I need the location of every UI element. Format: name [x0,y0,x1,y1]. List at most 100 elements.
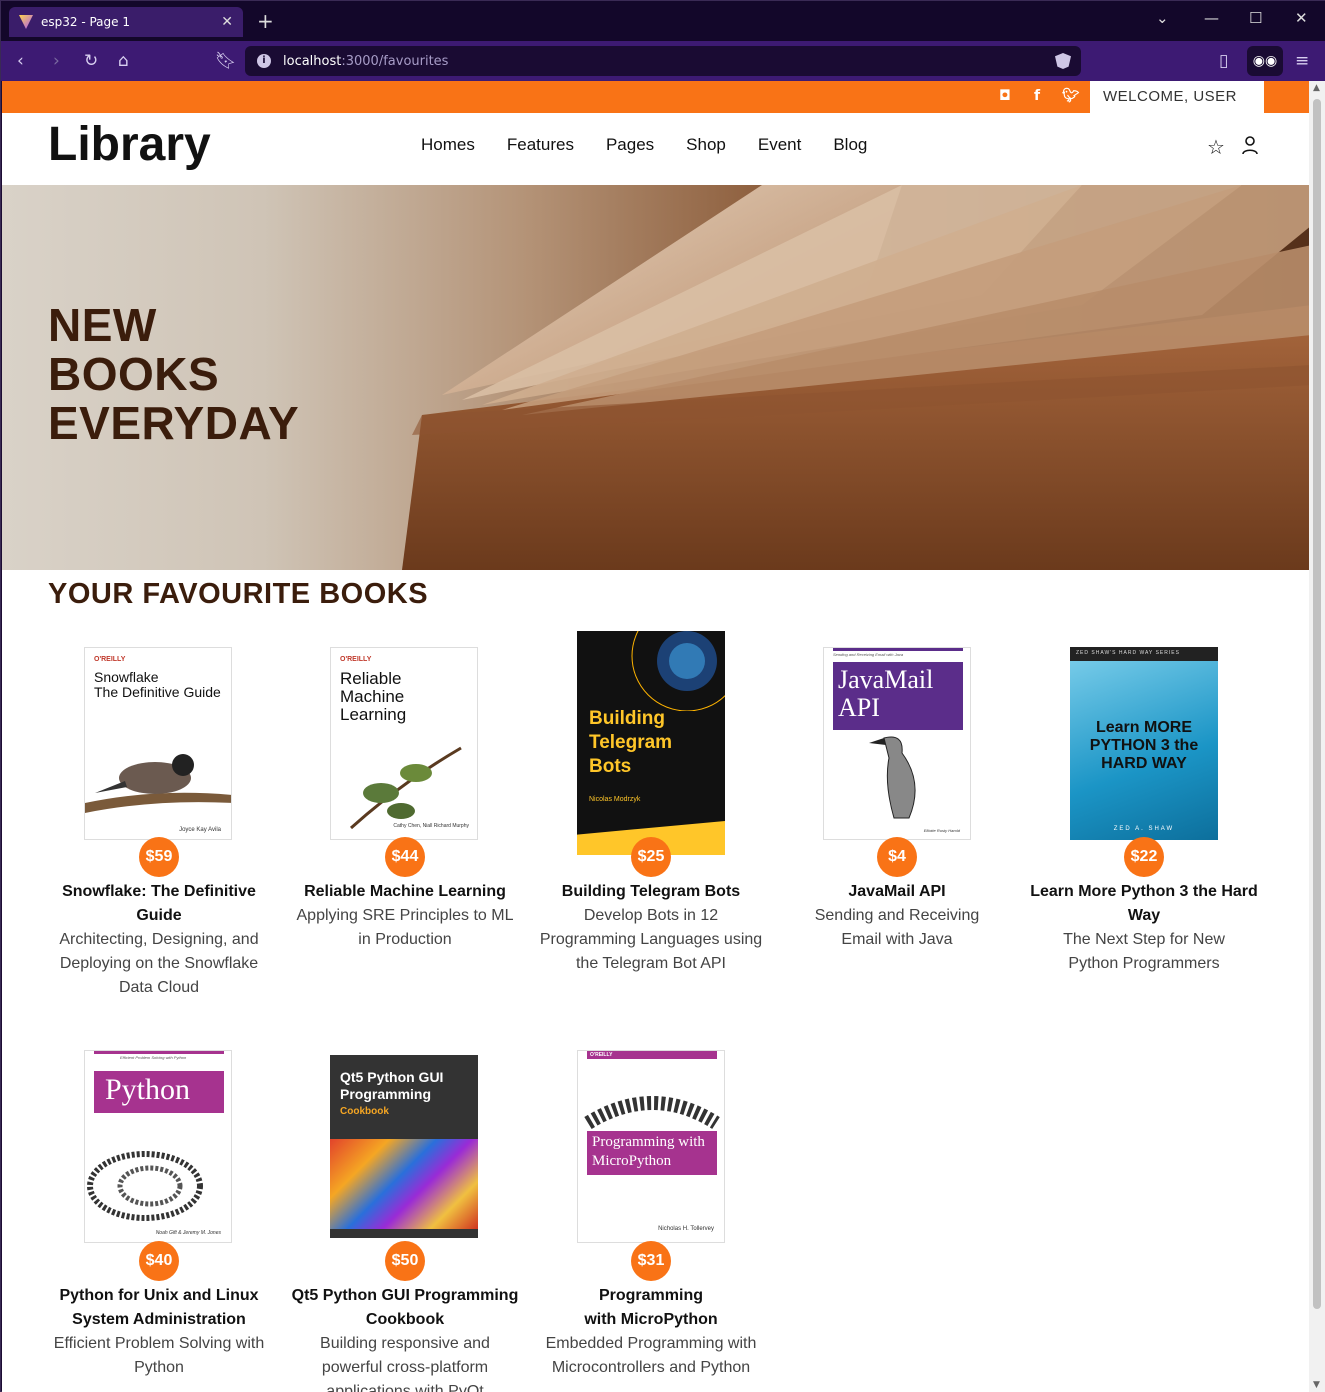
minimize-icon[interactable]: — [1204,9,1219,27]
new-tab-icon[interactable]: + [257,9,274,33]
price-badge: $4 [877,837,917,877]
cover-title: Qt5 Python GUI Programming [340,1069,444,1102]
address-bar[interactable]: i localhost :3000/favourites [245,46,1081,76]
scrollbar-thumb[interactable] [1313,99,1321,1309]
close-tab-icon[interactable]: ✕ [221,14,233,30]
book-title[interactable]: Snowflake: The Definitive Guide [39,880,279,928]
browser-window: esp32 - Page 1 ✕ + ⌄ — ☐ ✕ ‹ › ↻ ⌂ 🔖︎ i … [0,0,1325,1392]
book-subtitle: Sending and Receiving Email with Java [814,907,980,948]
price-badge: $40 [139,1241,179,1281]
bird-illustration-icon [85,754,231,813]
hero-line-1: NEW [48,299,157,351]
book-title[interactable]: Python for Unix and Linux System Adminis… [39,1284,279,1332]
cover-publisher: O'REILLY [590,1052,613,1058]
book-cover[interactable]: O'REILLY Snowflake The Definitive Guide … [84,647,232,840]
cover-title: Programming with MicroPython [592,1134,705,1169]
cover-author: Nicholas H. Tollervey [658,1226,714,1232]
page-scrollbar[interactable]: ▲ ▼ [1309,81,1325,1392]
browser-tab[interactable]: esp32 - Page 1 ✕ [9,7,243,37]
book-subtitle: Develop Bots in 12 Programming Languages… [539,907,763,972]
cover-author: Cathy Chen, Niall Richard Murphy [393,823,469,829]
cover-publisher: O'REILLY [340,656,372,663]
open-book-image [402,185,1309,570]
robot-face-illustration-icon [631,631,725,711]
price-badge: $22 [1124,837,1164,877]
menu-icon[interactable]: ≡ [1295,50,1309,72]
book-cover[interactable]: Building Telegram Bots Nicolas Modrzyk [577,631,725,855]
book-title[interactable]: Reliable Machine Learning [285,880,525,904]
back-icon[interactable]: ‹ [17,50,24,72]
section-title: YOUR FAVOURITE BOOKS [48,578,429,610]
abstract-art-illustration [330,1139,478,1229]
cover-author: Elliotte Rusty Harold [923,828,960,833]
instagram-icon[interactable]: ◘ [999,88,1011,104]
vite-favicon-icon [19,15,33,29]
hero-banner: NEW BOOKS EVERYDAY [2,185,1309,570]
book-title[interactable]: Building Telegram Bots [531,880,771,904]
url-host: localhost [283,53,342,69]
book-cover[interactable]: O'REILLY Programming with MicroPython Ni… [577,1050,725,1243]
tab-search-icon[interactable]: ⌄ [1156,9,1169,27]
book-title[interactable]: JavaMail API [777,880,1017,904]
book-cover[interactable]: Sending and Receiving Email with Java Ja… [823,647,971,840]
site-info-icon[interactable]: i [257,54,271,68]
favourites-star-icon[interactable]: ☆ [1207,135,1225,159]
book-subtitle: Building responsive and powerful cross-p… [320,1335,490,1392]
scroll-down-icon[interactable]: ▼ [1313,1380,1320,1390]
cover-publisher: O'REILLY [94,656,126,663]
nav-shop[interactable]: Shop [686,135,726,155]
price-badge: $25 [631,837,671,877]
cover-author: Nicolas Modrzyk [589,796,641,803]
cover-author: Joyce Kay Avila [179,827,221,833]
hero-line-2: BOOKS [48,348,220,400]
cover-tagline: Efficient Problem Solving with Python [120,1055,187,1060]
price-badge: $44 [385,837,425,877]
cover-title: Reliable Machine Learning [340,669,407,724]
cover-top-stripe [833,648,963,651]
home-icon[interactable]: ⌂ [118,50,129,72]
crustacean-illustration-icon [584,1096,720,1130]
site-header: Library Homes Features Pages Shop Event … [2,113,1309,185]
branch-illustration-icon [349,746,462,830]
welcome-user[interactable]: WELCOME, USER [1090,81,1264,113]
web-page: ◘ f 🐦︎ WELCOME, USER Library Homes Featu… [2,81,1309,1392]
user-icon[interactable] [1240,135,1260,160]
facebook-icon[interactable]: f [1034,88,1040,104]
book-cover[interactable]: Efficient Problem Solving with Python Py… [84,1050,232,1243]
cover-author: Noah Gift & Jeremy M. Jones [155,1230,221,1236]
cover-title: Snowflake The Definitive Guide [94,669,221,700]
cover-tagline: Sending and Receiving Email with Java [833,652,904,657]
bookmark-icon[interactable]: 🔖︎ [215,50,237,72]
book-subtitle: Efficient Problem Solving with Python [53,1335,265,1376]
nav-pages[interactable]: Pages [606,135,654,155]
browser-toolbar: ‹ › ↻ ⌂ 🔖︎ i localhost :3000/favourites … [1,41,1325,81]
maximize-icon[interactable]: ☐ [1249,9,1262,27]
cover-author: ZED A. SHAW [1113,826,1175,832]
cormorant-bird-icon [869,736,916,819]
forward-icon[interactable]: › [53,50,60,72]
twitter-icon[interactable]: 🐦︎ [1062,88,1080,104]
book-title[interactable]: Programming with MicroPython [531,1284,771,1332]
site-logo[interactable]: Library [48,117,211,172]
book-cover[interactable]: O'REILLY Reliable Machine Learning Cathy… [330,647,478,840]
book-cover[interactable]: ZED SHAW'S HARD WAY SERIES Learn MORE PY… [1070,647,1218,840]
nav-homes[interactable]: Homes [421,135,475,155]
book-title[interactable]: Qt5 Python GUI Programming Cookbook [285,1284,525,1332]
nav-blog[interactable]: Blog [833,135,867,155]
leo-glasses-icon[interactable]: ◉◉ [1247,46,1283,76]
cover-title: JavaMail API [838,665,934,722]
book-cover[interactable]: Qt5 Python GUI Programming Cookbook [330,1055,478,1238]
book-title[interactable]: Learn More Python 3 the Hard Way [1024,880,1264,928]
book-subtitle: Applying SRE Principles to ML in Product… [296,907,514,948]
nav-features[interactable]: Features [507,135,574,155]
sidebar-icon[interactable]: ▯ [1219,50,1228,72]
hero-line-3: EVERYDAY [48,397,300,449]
nav-event[interactable]: Event [758,135,801,155]
url-path: :3000/favourites [341,53,449,69]
reload-icon[interactable]: ↻ [84,50,98,72]
close-window-icon[interactable]: ✕ [1295,9,1308,27]
brave-shield-icon[interactable] [1055,53,1071,69]
cover-title: Learn MORE PYTHON 3 the HARD WAY [1089,719,1199,772]
tab-strip: esp32 - Page 1 ✕ + ⌄ — ☐ ✕ [1,1,1325,41]
scroll-up-icon[interactable]: ▲ [1313,83,1320,93]
